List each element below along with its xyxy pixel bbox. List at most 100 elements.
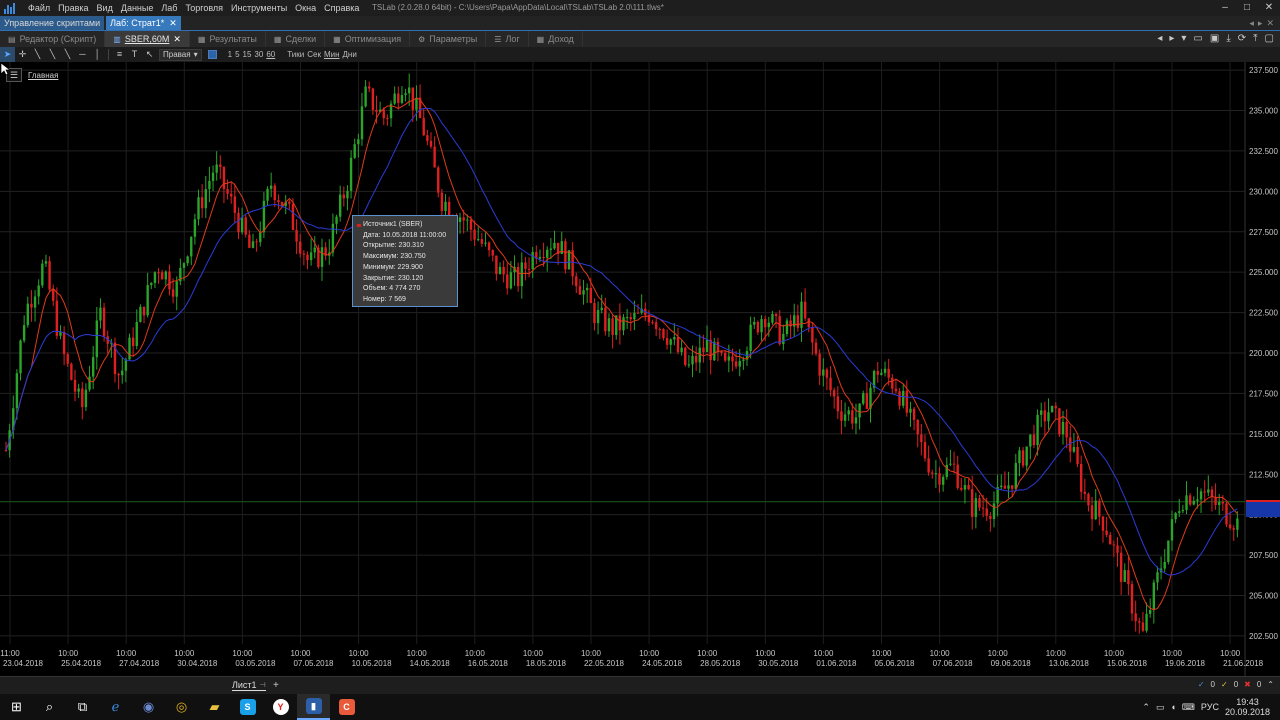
unit-minutes[interactable]: Мин [324,50,340,59]
timeframe-15[interactable]: 15 [243,50,252,59]
timeframe-5[interactable]: 5 [235,50,239,59]
vline-tool-icon[interactable]: │ [90,47,105,62]
window-title: TSLab (2.0.28.0 64bit) - C:\Users\Papa\A… [372,3,664,12]
search-icon[interactable]: ⌕ [33,694,66,720]
timeframe-60[interactable]: 60 [266,50,275,59]
language-indicator[interactable]: РУС [1201,702,1219,712]
clock[interactable]: 19:43 20.09.2018 [1225,697,1270,717]
edge-icon[interactable]: ℯ [99,694,132,720]
tab-chart-sber[interactable]: ▥ SBER,60M ✕ [105,31,190,47]
minimize-icon[interactable]: – [1214,0,1236,16]
tab-lab-strat1[interactable]: Лаб: Страт1* ✕ [106,16,181,30]
tslab-taskbar-icon[interactable]: ▮ [297,694,330,720]
add-sheet-button[interactable]: + [273,680,279,691]
timeframe-30[interactable]: 30 [254,50,263,59]
tray-chevron-icon[interactable]: ⌃ [1142,702,1150,713]
sheet-tab[interactable]: Лист1 ⊣ [232,680,266,691]
open-icon[interactable]: ▭ [1193,31,1202,47]
candle-body [84,389,88,408]
folder-icon[interactable]: ▰ [198,694,231,720]
menu-edit[interactable]: Правка [54,0,92,16]
candle-body [1130,584,1134,614]
close-tab-icon[interactable]: ✕ [169,16,177,30]
keyboard-icon[interactable]: ⌨ [1182,702,1195,713]
warning-icon[interactable]: ✓ [1221,680,1228,689]
nav-left-icon[interactable]: ◂ [1157,31,1162,47]
start-icon[interactable]: ⊞ [0,694,33,720]
close-doc-icon[interactable]: ✕ [1266,16,1274,31]
window-icon[interactable]: ▢ [1265,31,1274,47]
fibonacci-tool-icon[interactable]: ≡ [112,47,127,62]
menu-view[interactable]: Вид [93,0,117,16]
candle-body [829,377,832,391]
candle-body [676,337,680,353]
volume-icon[interactable]: ◖ [1170,702,1175,712]
unit-days[interactable]: Дни [343,50,357,59]
timeframe-1[interactable]: 1 [228,50,232,59]
ray-tool-icon[interactable]: ╲ [45,47,60,62]
tab-script-manager[interactable]: Управление скриптами [0,16,105,30]
text-tool-icon[interactable]: T [127,47,142,62]
tab-editor[interactable]: ▤ Редактор (Скрипт) [0,31,106,47]
dropdown-icon[interactable]: ▾ [1181,31,1186,47]
yandex-icon[interactable]: Y [264,694,297,720]
check-icon[interactable]: ✓ [1198,680,1205,689]
tab-parameters[interactable]: ⚙ Параметры [410,31,487,47]
tab-log[interactable]: ☰ Лог [486,31,529,47]
tooltip-low: Минимум: 229.900 [363,263,423,271]
color-picker[interactable] [207,50,217,59]
network-icon[interactable]: ▭ [1156,702,1165,713]
tslab-logo-icon [0,0,24,16]
export-icon[interactable]: ⤒ [1253,31,1257,47]
unit-ticks[interactable]: Тики [287,50,304,59]
tab-trades[interactable]: ▦ Сделки [266,31,326,47]
pointer-tool-icon[interactable]: ➤ [0,47,15,62]
collapse-icon[interactable]: ⌃ [1267,680,1274,689]
maximize-icon[interactable]: □ [1236,0,1258,16]
x-tick-time: 10:00 [116,649,137,658]
save-icon[interactable]: ▣ [1210,31,1219,47]
menu-help[interactable]: Справка [320,0,363,16]
skype-icon[interactable]: S [231,694,264,720]
menu-trading[interactable]: Торговля [181,0,227,16]
chart-area[interactable]: 237.500 235.000 232.500 230.000 227.500 225.0… [0,62,1280,676]
tab-results[interactable]: ▦ Результаты [190,31,266,47]
candle-body [124,359,128,371]
arrow-tool-icon[interactable]: ↖ [142,47,157,62]
menu-file[interactable]: Файл [24,0,54,16]
task-view-icon[interactable]: ⧉ [66,694,99,720]
close-chart-tab-icon[interactable]: ✕ [173,34,181,45]
chevron-left-icon[interactable]: ◂ [1249,16,1254,31]
panel-title[interactable]: Главная [28,71,58,80]
trades-icon: ▦ [273,34,282,44]
menu-data[interactable]: Данные [117,0,158,16]
nav-right-icon[interactable]: ▸ [1169,31,1174,47]
chrome-icon[interactable]: ◎ [165,694,198,720]
refresh-icon[interactable]: ⟳ [1238,31,1246,47]
x-tick-date: 30.04.2018 [177,659,218,668]
close-icon[interactable]: ✕ [1258,0,1280,16]
menu-lab[interactable]: Лаб [157,0,181,16]
menu-tools[interactable]: Инструменты [227,0,291,16]
menu-windows[interactable]: Окна [291,0,320,16]
app-c-icon[interactable]: C [330,694,363,720]
axis-dropdown[interactable]: Правая ▾ [159,48,202,61]
line-tool-icon[interactable]: ╲ [30,47,45,62]
candle-body [400,95,404,103]
trend-tool-icon[interactable]: ╲ [60,47,75,62]
candle-body [814,342,818,354]
download-icon[interactable]: ⤓ [1226,31,1230,47]
hline-tool-icon[interactable]: ─ [75,47,90,62]
unit-seconds[interactable]: Сек [307,50,321,59]
chart-toolbar: ➤ ✛ ╲ ╲ ╲ ─ │ ≡ T ↖ Правая ▾ 1 5 15 30 6… [0,47,1280,62]
error-icon[interactable]: ✖ [1244,680,1251,689]
candle-body [963,485,967,490]
pin-icon[interactable]: ⊣ [260,681,266,689]
price-chart[interactable]: 237.500 235.000 232.500 230.000 227.500 225.0… [0,62,1280,676]
candle-body [1145,613,1148,631]
tab-income[interactable]: ▦ Доход [529,31,583,47]
tab-optimization[interactable]: ▦ Оптимизация [325,31,411,47]
chevron-right-icon[interactable]: ▸ [1258,16,1263,31]
browser-icon[interactable]: ◉ [132,694,165,720]
crosshair-tool-icon[interactable]: ✛ [15,47,30,62]
